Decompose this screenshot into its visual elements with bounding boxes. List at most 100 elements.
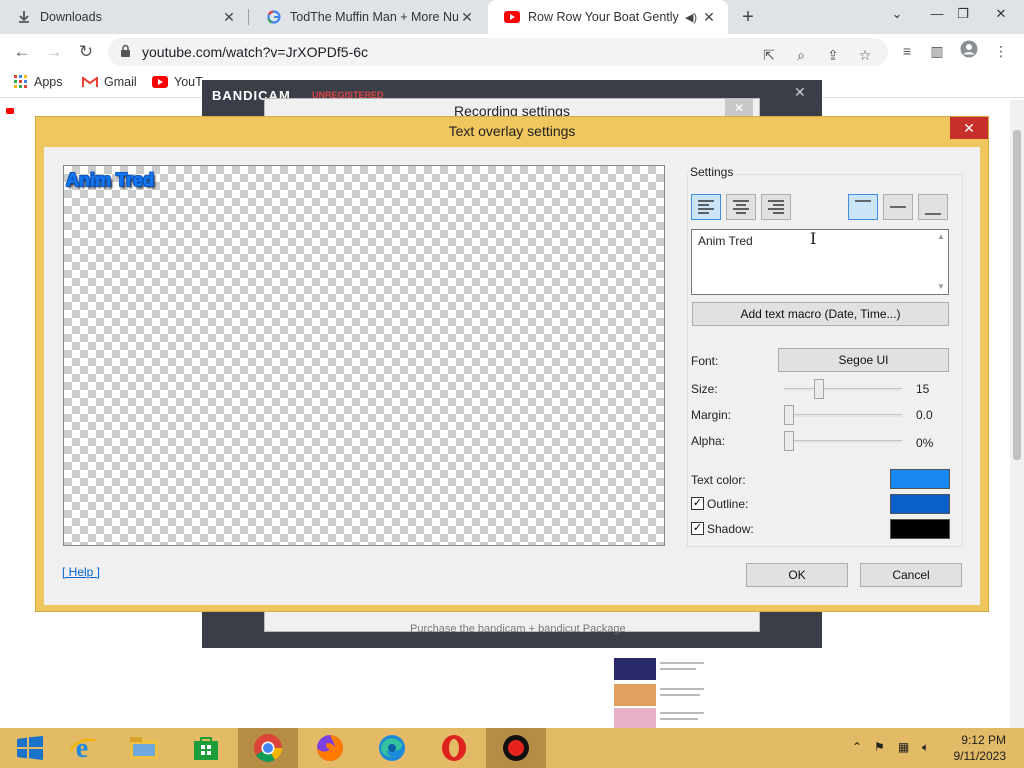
size-value: 15 [916, 382, 930, 396]
cancel-button[interactable]: Cancel [860, 563, 962, 587]
forward-icon[interactable]: → [42, 40, 66, 64]
bookmark-youtube[interactable]: YouT [152, 75, 203, 89]
font-label: Font: [691, 354, 719, 368]
media-control-icon[interactable]: ≡ [896, 40, 918, 62]
close-tab-icon[interactable]: ✕ [458, 9, 476, 26]
side-panel-icon[interactable]: ▥ [926, 40, 948, 62]
open-in-app-icon[interactable]: ⇱ [758, 44, 780, 66]
size-slider[interactable] [784, 379, 902, 399]
slider-thumb[interactable] [814, 379, 825, 399]
thumbnail-text [660, 694, 700, 696]
close-icon[interactable]: ✕ [794, 84, 806, 101]
margin-slider[interactable] [784, 405, 902, 425]
close-icon[interactable]: ✕ [950, 117, 988, 139]
preview-text: Anim Tred [66, 170, 155, 190]
action-center-flag-icon[interactable]: ⚑ [874, 740, 885, 754]
show-hidden-icons[interactable]: ⌃ [852, 740, 862, 754]
slider-thumb[interactable] [784, 405, 794, 425]
youtube-logo [6, 108, 14, 116]
video-thumbnails [614, 652, 714, 728]
add-text-macro-button[interactable]: Add text macro (Date, Time...) [692, 302, 949, 326]
share-icon[interactable]: ⇪ [822, 44, 844, 66]
align-left-button[interactable] [691, 194, 721, 220]
outline-label: Outline: [707, 497, 749, 511]
align-center-button[interactable] [726, 194, 756, 220]
overlay-text-input[interactable]: Anim Tred ▲ ▼ [691, 229, 949, 295]
browser-toolbar: ← → ↻ youtube.com/watch?v=JrXOPDf5-6c ⇱ … [0, 34, 1024, 70]
back-icon[interactable]: ← [10, 40, 34, 64]
shadow-color-swatch[interactable] [890, 519, 950, 539]
mute-tab-icon[interactable]: ◀) [682, 11, 700, 24]
text-overlay-dialog: Text overlay settings ✕ Anim Tred Settin… [35, 116, 989, 612]
align-middle-button[interactable] [883, 194, 913, 220]
help-link[interactable]: [ Help ] [62, 565, 100, 579]
outline-checkbox[interactable]: ✓ [691, 497, 704, 510]
tab-label: TodThe Muffin Man + More Nurs [290, 10, 458, 24]
taskbar-clock[interactable]: 9:12 PM 9/11/2023 [950, 732, 1007, 764]
align-bottom-button[interactable] [918, 194, 948, 220]
maximize-icon[interactable]: ❐ [946, 0, 980, 30]
textarea-scrollbar[interactable]: ▲ ▼ [934, 230, 948, 294]
thumbnail-image [614, 684, 656, 706]
thumbnail-text [660, 712, 704, 714]
thumbnail-text [660, 718, 698, 720]
tab-youtube[interactable]: Row Row Your Boat Gently D ◀) ✕ [488, 0, 728, 34]
align-right-icon [768, 200, 784, 214]
windows-start-icon[interactable] [0, 728, 60, 768]
zoom-icon[interactable]: ⌕ [790, 44, 812, 66]
text-color-swatch[interactable] [890, 469, 950, 489]
tab-google[interactable]: TodThe Muffin Man + More Nurs ✕ [250, 0, 486, 34]
close-window-icon[interactable]: ✕ [984, 0, 1018, 30]
video-thumbnail[interactable] [614, 658, 714, 680]
align-top-button[interactable] [848, 194, 878, 220]
volume-muted-icon[interactable]: 🔈︎ [922, 740, 929, 755]
menu-kebab-icon[interactable]: ⋮ [990, 40, 1012, 62]
align-bottom-icon [925, 213, 941, 215]
purchase-text: Purchase the bandicam + bandicut Package [410, 623, 626, 635]
bookmark-apps[interactable]: Apps [14, 75, 63, 89]
close-tab-icon[interactable]: ✕ [700, 9, 718, 26]
svg-text:e: e [76, 733, 88, 763]
new-tab-button[interactable]: + [736, 5, 760, 29]
tab-downloads[interactable]: Downloads ✕ [0, 0, 248, 34]
microsoft-store-icon[interactable] [176, 728, 236, 768]
youtube-icon [152, 76, 168, 88]
scroll-up-icon[interactable]: ▲ [937, 232, 945, 241]
scroll-down-icon[interactable]: ▼ [937, 282, 945, 291]
bandicam-record-icon[interactable] [486, 728, 546, 768]
internet-explorer-icon[interactable]: e [52, 728, 112, 768]
edge-icon[interactable] [362, 728, 422, 768]
size-label: Size: [691, 382, 718, 396]
chrome-icon[interactable] [238, 728, 298, 768]
slider-track [784, 414, 902, 417]
page-scrollbar[interactable] [1010, 100, 1024, 728]
network-icon[interactable]: ▦ [898, 740, 909, 754]
address-bar[interactable]: youtube.com/watch?v=JrXOPDf5-6c ⇱ ⌕ ⇪ ☆ [108, 38, 888, 66]
reload-icon[interactable]: ↻ [74, 40, 98, 64]
align-right-button[interactable] [761, 194, 791, 220]
thumbnail-image [614, 708, 656, 728]
bookmark-star-icon[interactable]: ☆ [854, 44, 876, 66]
bookmark-gmail[interactable]: Gmail [82, 75, 137, 89]
opera-icon[interactable] [424, 728, 484, 768]
font-select-button[interactable]: Segoe UI [778, 348, 949, 372]
bookmark-label: Apps [34, 75, 63, 89]
profile-avatar-icon[interactable] [958, 40, 980, 62]
taskbar: e ⌃ ⚑ ▦ 🔈︎ 9:12 PM 9/11/2023 [0, 728, 1024, 768]
alpha-slider[interactable] [784, 431, 902, 451]
video-thumbnail[interactable] [614, 708, 714, 728]
slider-thumb[interactable] [784, 431, 794, 451]
align-left-icon [698, 200, 714, 214]
scrollbar-thumb[interactable] [1013, 130, 1021, 460]
video-thumbnail[interactable] [614, 684, 714, 706]
firefox-icon[interactable] [300, 728, 360, 768]
close-tab-icon[interactable]: ✕ [220, 9, 238, 26]
slider-track [784, 388, 902, 391]
tab-search-icon[interactable]: ⌄ [880, 0, 914, 30]
outline-color-swatch[interactable] [890, 494, 950, 514]
slider-track [784, 440, 902, 443]
close-icon[interactable]: ✕ [725, 99, 753, 117]
shadow-checkbox[interactable]: ✓ [691, 522, 704, 535]
file-explorer-icon[interactable] [114, 728, 174, 768]
ok-button[interactable]: OK [746, 563, 848, 587]
